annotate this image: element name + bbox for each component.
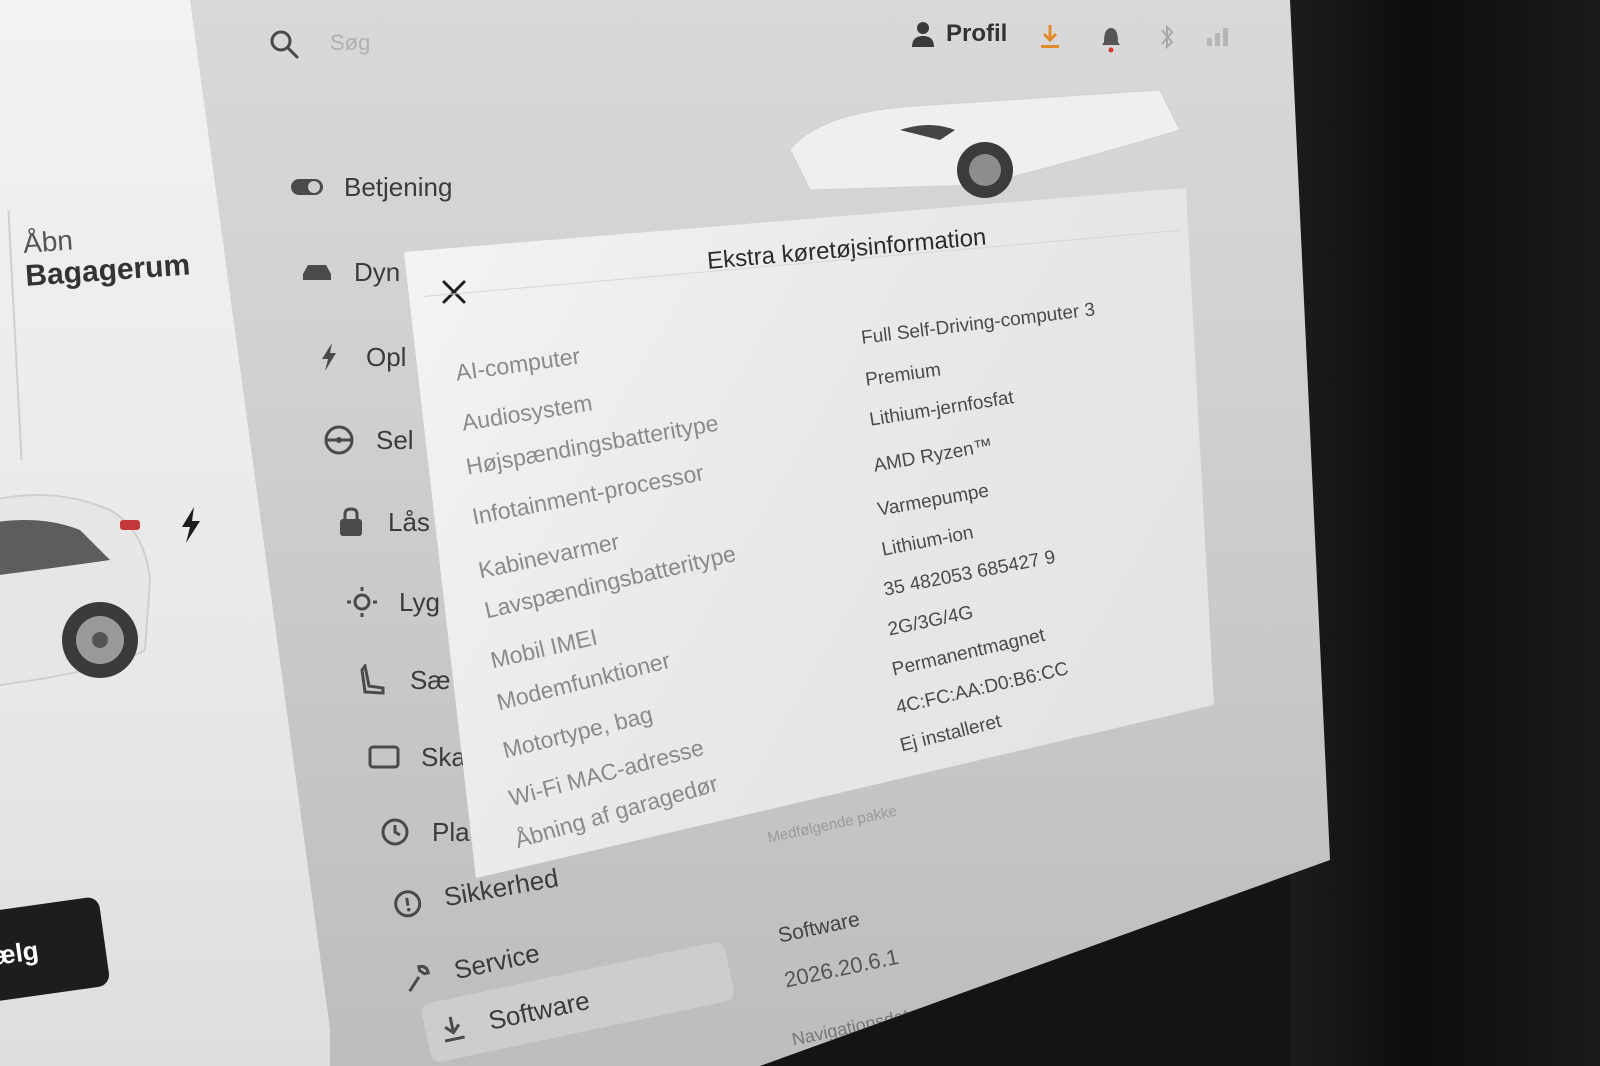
- choose-button-label: ælg: [0, 935, 41, 972]
- menu-item-label: Opl: [366, 341, 407, 372]
- menu-item-lights[interactable]: Lyg: [345, 585, 440, 619]
- menu-item-label: Lås: [388, 506, 430, 537]
- charging-bolt-icon[interactable]: [176, 505, 206, 545]
- steering-wheel-icon: [322, 423, 356, 457]
- menu-item-autopilot[interactable]: Sel: [322, 423, 414, 457]
- volume-icon[interactable]: [1060, 965, 1100, 999]
- bell-icon[interactable]: [1100, 22, 1122, 54]
- menu-item-label: Ska: [421, 741, 466, 772]
- menu-item-label: Dyn: [354, 256, 401, 287]
- menu-item-controls[interactable]: Betjening: [290, 170, 452, 204]
- car-icon: [300, 255, 334, 289]
- menu-item-dynamics[interactable]: Dyn: [300, 255, 400, 289]
- download-update-icon[interactable]: [1038, 22, 1062, 52]
- menu-item-label: Software: [485, 984, 593, 1036]
- menu-item-schedule[interactable]: Pla: [378, 815, 470, 849]
- profile-button[interactable]: Profil: [910, 20, 1007, 48]
- search-icon[interactable]: [268, 28, 300, 60]
- car-illustration: [0, 494, 152, 692]
- download-icon: [432, 1009, 472, 1049]
- menu-item-label: Pla: [432, 816, 470, 847]
- menu-item-label: Betjening: [344, 171, 453, 202]
- search-input[interactable]: Søg: [330, 30, 370, 56]
- person-icon: [912, 22, 934, 47]
- menu-item-display[interactable]: Ska: [367, 740, 466, 774]
- wrench-icon: [398, 958, 438, 998]
- menu-item-charging[interactable]: Opl: [312, 340, 406, 374]
- lock-icon: [334, 505, 368, 539]
- info-icon: [388, 884, 427, 923]
- open-trunk-control[interactable]: Åbn Bagagerum: [22, 216, 191, 293]
- sun-icon: [345, 585, 379, 619]
- toggle-icon: [290, 170, 324, 204]
- menu-item-label: Sæ: [410, 664, 451, 695]
- menu-item-locks[interactable]: Lås: [334, 505, 430, 539]
- menu-item-seats[interactable]: Sæ: [356, 663, 450, 697]
- seat-icon: [356, 663, 390, 697]
- screen-bezel: [1290, 0, 1600, 1066]
- screen-icon: [367, 740, 401, 774]
- menu-item-label: Sel: [376, 424, 414, 455]
- bolt-icon: [312, 340, 346, 374]
- menu-item-label: Lyg: [399, 586, 440, 617]
- vehicle-image: [789, 90, 1181, 198]
- bluetooth-icon[interactable]: [1160, 22, 1174, 52]
- clock-icon: [378, 815, 412, 849]
- signal-icon: [1207, 28, 1228, 46]
- profile-label: Profil: [946, 20, 1008, 47]
